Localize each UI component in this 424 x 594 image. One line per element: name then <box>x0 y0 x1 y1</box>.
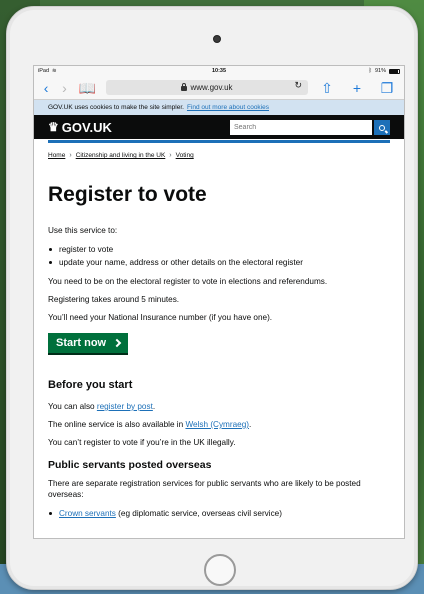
back-icon[interactable]: ‹ <box>42 79 50 97</box>
new-tab-icon[interactable]: + <box>348 79 366 97</box>
camera-icon <box>213 35 221 43</box>
cookie-link[interactable]: Find out more about cookies <box>187 104 269 111</box>
intro-text: Use this service to: <box>48 226 118 235</box>
search-button[interactable] <box>374 120 390 135</box>
reload-icon[interactable]: ↻ <box>294 80 302 91</box>
start-now-button[interactable]: Start now <box>48 333 129 353</box>
overseas-heading: Public servants posted overseas <box>48 459 212 471</box>
header-blue-rule <box>48 140 390 143</box>
breadcrumb: Home › Citizenship and living in the UK … <box>48 152 392 159</box>
chevron-right-icon: › <box>169 152 172 159</box>
status-time: 10:35 <box>211 68 227 74</box>
search-icon <box>379 124 385 131</box>
url-text: www.gov.uk <box>190 83 233 92</box>
forward-icon[interactable]: › <box>60 79 68 97</box>
welsh-link[interactable]: Welsh (Cymraeg) <box>185 420 249 429</box>
tabs-icon[interactable]: ❐ <box>378 79 396 97</box>
screen: iPad ≋ 10:35 ᛒ 91% ‹ › 📖 www.gov.uk ↻ ⇧ … <box>33 65 405 539</box>
overseas-text: There are separate registration services… <box>48 479 361 499</box>
cookie-text: GOV.UK uses cookies to make the site sim… <box>48 104 184 111</box>
bookmarks-icon[interactable]: 📖 <box>79 79 96 97</box>
cookie-banner: GOV.UK uses cookies to make the site sim… <box>34 100 404 115</box>
share-icon[interactable]: ⇧ <box>318 79 336 97</box>
before-you-start-heading: Before you start <box>48 379 133 391</box>
register-by-post-text: You can also register by post. <box>48 402 156 411</box>
list-item: Crown servants (eg diplomatic service, o… <box>48 507 392 520</box>
main-content: Home › Citizenship and living in the UK … <box>48 144 392 520</box>
search-input[interactable] <box>230 120 372 135</box>
overseas-list: Crown servants (eg diplomatic service, o… <box>48 507 392 520</box>
electoral-register-text: You need to be on the electoral register… <box>48 277 328 286</box>
logo-text: GOV.UK <box>61 119 112 135</box>
duration-text: Registering takes around 5 minutes. <box>48 295 180 304</box>
address-bar[interactable]: www.gov.uk ↻ <box>106 80 308 95</box>
welsh-service-text: The online service is also available in … <box>48 420 252 429</box>
chevron-right-icon: › <box>69 152 72 159</box>
govuk-header: ♛ GOV.UK <box>34 115 404 139</box>
page-title: Register to vote <box>48 183 207 206</box>
breadcrumb-citizenship[interactable]: Citizenship and living in the UK <box>76 152 166 159</box>
browser-toolbar: ‹ › 📖 www.gov.uk ↻ ⇧ + ❐ <box>34 76 404 100</box>
service-list: register to vote update your name, addre… <box>48 243 392 269</box>
breadcrumb-voting[interactable]: Voting <box>176 152 194 159</box>
register-by-post-link[interactable]: register by post <box>97 402 153 411</box>
ni-number-text: You’ll need your National Insurance numb… <box>48 313 273 322</box>
status-bar: iPad ≋ 10:35 ᛒ 91% <box>34 66 404 76</box>
crown-servants-link[interactable]: Crown servants <box>59 509 116 518</box>
battery-icon <box>389 68 400 74</box>
illegal-text: You can’t register to vote if you’re in … <box>48 438 236 447</box>
crown-icon: ♛ <box>48 120 59 134</box>
list-item: register to vote <box>48 243 392 256</box>
ipad-frame: iPad ≋ 10:35 ᛒ 91% ‹ › 📖 www.gov.uk ↻ ⇧ … <box>6 6 418 590</box>
lock-icon <box>181 83 188 91</box>
govuk-logo[interactable]: ♛ GOV.UK <box>48 120 112 135</box>
start-now-label: Start now <box>56 337 107 349</box>
breadcrumb-home[interactable]: Home <box>48 152 65 159</box>
chevron-right-icon <box>112 338 122 348</box>
list-item: update your name, address or other detai… <box>48 256 392 269</box>
home-button[interactable] <box>204 554 236 586</box>
